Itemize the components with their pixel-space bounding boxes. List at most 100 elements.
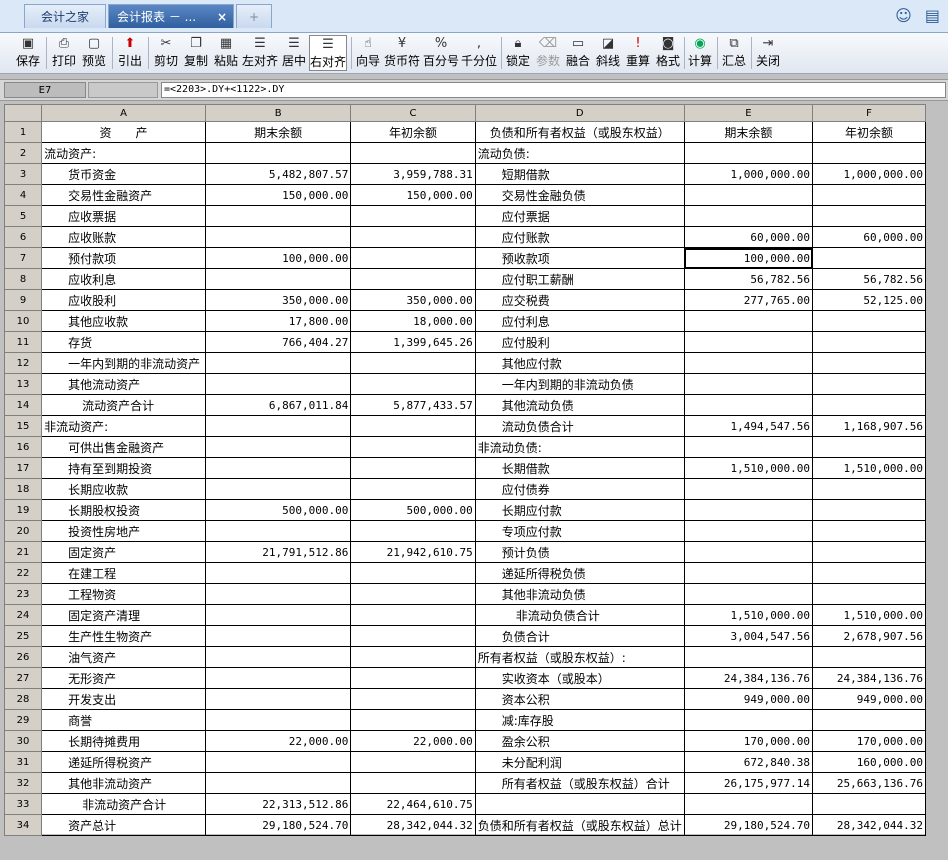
row-header[interactable]: 4	[3, 184, 43, 206]
cell[interactable]: 长期股权投资	[41, 499, 206, 521]
cell[interactable]	[812, 541, 926, 563]
cell[interactable]	[683, 142, 814, 164]
wizard-button[interactable]: ☝ 向导	[354, 35, 382, 71]
cell[interactable]: 1,510,000.00	[683, 457, 814, 479]
cell[interactable]: 流动资产:	[41, 142, 206, 164]
row-header[interactable]: 28	[3, 688, 43, 710]
cell[interactable]: 年初余额	[350, 121, 476, 143]
percent-button[interactable]: % 百分号	[422, 35, 460, 71]
cell[interactable]: 28,342,044.32	[350, 814, 476, 836]
row-header[interactable]: 6	[3, 226, 43, 248]
cell[interactable]: 1,000,000.00	[812, 163, 926, 185]
column-header[interactable]: E	[683, 104, 814, 122]
cell[interactable]: 流动负债合计	[474, 415, 685, 437]
cell[interactable]	[350, 604, 476, 626]
cell[interactable]: 流动负债:	[474, 142, 685, 164]
cell[interactable]: 277,765.00	[683, 289, 814, 311]
cell[interactable]: 长期应付款	[474, 499, 685, 521]
cell[interactable]	[812, 142, 926, 164]
cell[interactable]: 22,000.00	[204, 730, 352, 752]
row-header[interactable]: 20	[3, 520, 43, 542]
cell[interactable]	[204, 268, 352, 290]
cell[interactable]: 1,494,547.56	[683, 415, 814, 437]
summary-button[interactable]: ⧉ 汇总	[720, 35, 748, 71]
cell[interactable]: 24,384,136.76	[812, 667, 926, 689]
cell[interactable]: 资 产	[41, 121, 206, 143]
cell[interactable]: 预计负债	[474, 541, 685, 563]
cell[interactable]: 29,180,524.70	[204, 814, 352, 836]
cell[interactable]	[683, 646, 814, 668]
cell[interactable]: 52,125.00	[812, 289, 926, 311]
tab-report[interactable]: 会计报表 － ... ×	[108, 4, 234, 28]
cell[interactable]	[683, 373, 814, 395]
cell[interactable]	[683, 310, 814, 332]
cell[interactable]: 一年内到期的非流动负债	[474, 373, 685, 395]
cell[interactable]	[683, 709, 814, 731]
row-header[interactable]: 3	[3, 163, 43, 185]
column-header[interactable]: B	[204, 104, 352, 122]
cell[interactable]	[350, 688, 476, 710]
cell[interactable]	[683, 520, 814, 542]
cell[interactable]	[350, 562, 476, 584]
cell[interactable]: 150,000.00	[204, 184, 352, 206]
diagonal-button[interactable]: ◪ 斜线	[594, 35, 622, 71]
cell[interactable]: 开发支出	[41, 688, 206, 710]
row-header[interactable]: 1	[3, 121, 43, 143]
cell[interactable]: 长期应收款	[41, 478, 206, 500]
row-header[interactable]: 32	[3, 772, 43, 794]
copy-button[interactable]: ❐ 复制	[182, 35, 210, 71]
cell[interactable]: 17,800.00	[204, 310, 352, 332]
cell[interactable]	[204, 373, 352, 395]
cell[interactable]	[204, 772, 352, 794]
row-header[interactable]: 12	[3, 352, 43, 374]
cell[interactable]: 未分配利润	[474, 751, 685, 773]
row-header[interactable]: 2	[3, 142, 43, 164]
cell[interactable]: 预付款项	[41, 247, 206, 269]
cell[interactable]: 170,000.00	[683, 730, 814, 752]
cell[interactable]	[204, 205, 352, 227]
row-header[interactable]: 34	[3, 814, 43, 836]
cell[interactable]: 在建工程	[41, 562, 206, 584]
cell[interactable]	[350, 268, 476, 290]
cell[interactable]: 21,942,610.75	[350, 541, 476, 563]
cell[interactable]: 949,000.00	[812, 688, 926, 710]
cell[interactable]: 专项应付款	[474, 520, 685, 542]
format-button[interactable]: ◙ 格式	[654, 35, 682, 71]
cell[interactable]	[812, 583, 926, 605]
cell[interactable]: 其他应付款	[474, 352, 685, 374]
cell[interactable]	[350, 373, 476, 395]
cell[interactable]: 100,000.00	[683, 247, 814, 269]
cell[interactable]	[812, 247, 926, 269]
cell[interactable]: 其他流动负债	[474, 394, 685, 416]
save-button[interactable]: ▣ 保存	[14, 35, 42, 71]
currency-button[interactable]: ¥ 货币符	[383, 35, 421, 71]
cell[interactable]: 固定资产清理	[41, 604, 206, 626]
row-header[interactable]: 17	[3, 457, 43, 479]
align-center-button[interactable]: ☰ 居中	[281, 35, 307, 71]
close-button[interactable]: ⇥ 关闭	[754, 35, 782, 71]
cell[interactable]	[204, 625, 352, 647]
cell[interactable]	[812, 709, 926, 731]
row-header[interactable]: 33	[3, 793, 43, 815]
column-header[interactable]: D	[474, 104, 685, 122]
cell[interactable]	[812, 646, 926, 668]
cell[interactable]: 实收资本（或股本）	[474, 667, 685, 689]
cell[interactable]: 长期借款	[474, 457, 685, 479]
cell[interactable]: 预收款项	[474, 247, 685, 269]
cell[interactable]: 应收利息	[41, 268, 206, 290]
cell[interactable]: 150,000.00	[350, 184, 476, 206]
cell[interactable]	[683, 478, 814, 500]
column-header[interactable]: F	[812, 104, 926, 122]
row-header[interactable]: 7	[3, 247, 43, 269]
row-header[interactable]: 9	[3, 289, 43, 311]
cell[interactable]	[812, 352, 926, 374]
smiley-icon[interactable]: ☺	[895, 6, 912, 25]
cell[interactable]	[350, 646, 476, 668]
cell[interactable]: 应付股利	[474, 331, 685, 353]
cell[interactable]: 60,000.00	[683, 226, 814, 248]
cell[interactable]: 160,000.00	[812, 751, 926, 773]
cell[interactable]: 60,000.00	[812, 226, 926, 248]
cell[interactable]	[350, 478, 476, 500]
cell[interactable]: 672,840.38	[683, 751, 814, 773]
cell[interactable]	[204, 457, 352, 479]
